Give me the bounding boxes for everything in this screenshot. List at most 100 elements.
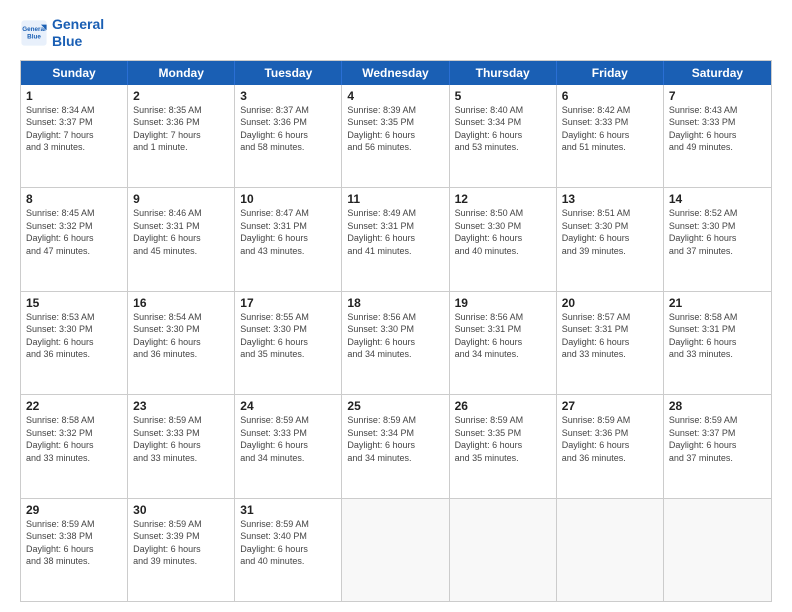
day-number: 31 [240, 503, 336, 517]
day-cell-21: 21 Sunrise: 8:58 AMSunset: 3:31 PMDaylig… [664, 292, 771, 394]
day-cell-19: 19 Sunrise: 8:56 AMSunset: 3:31 PMDaylig… [450, 292, 557, 394]
day-info: Sunrise: 8:53 AMSunset: 3:30 PMDaylight:… [26, 311, 122, 361]
day-info: Sunrise: 8:45 AMSunset: 3:32 PMDaylight:… [26, 207, 122, 257]
day-number: 2 [133, 89, 229, 103]
day-header-tuesday: Tuesday [235, 61, 342, 85]
logo: General Blue GeneralBlue [20, 16, 104, 50]
day-number: 22 [26, 399, 122, 413]
week-row-5: 29 Sunrise: 8:59 AMSunset: 3:38 PMDaylig… [21, 499, 771, 601]
day-cell-2: 2 Sunrise: 8:35 AMSunset: 3:36 PMDayligh… [128, 85, 235, 187]
week-row-4: 22 Sunrise: 8:58 AMSunset: 3:32 PMDaylig… [21, 395, 771, 498]
day-number: 17 [240, 296, 336, 310]
day-cell-13: 13 Sunrise: 8:51 AMSunset: 3:30 PMDaylig… [557, 188, 664, 290]
day-cell-29: 29 Sunrise: 8:59 AMSunset: 3:38 PMDaylig… [21, 499, 128, 601]
logo-icon: General Blue [20, 19, 48, 47]
day-header-sunday: Sunday [21, 61, 128, 85]
day-header-wednesday: Wednesday [342, 61, 449, 85]
day-info: Sunrise: 8:59 AMSunset: 3:33 PMDaylight:… [133, 414, 229, 464]
week-row-1: 1 Sunrise: 8:34 AMSunset: 3:37 PMDayligh… [21, 85, 771, 188]
day-number: 18 [347, 296, 443, 310]
calendar: SundayMondayTuesdayWednesdayThursdayFrid… [20, 60, 772, 602]
logo-text: GeneralBlue [52, 16, 104, 50]
day-number: 8 [26, 192, 122, 206]
empty-cell [664, 499, 771, 601]
page: General Blue GeneralBlue SundayMondayTue… [0, 0, 792, 612]
day-info: Sunrise: 8:40 AMSunset: 3:34 PMDaylight:… [455, 104, 551, 154]
week-row-2: 8 Sunrise: 8:45 AMSunset: 3:32 PMDayligh… [21, 188, 771, 291]
day-info: Sunrise: 8:50 AMSunset: 3:30 PMDaylight:… [455, 207, 551, 257]
empty-cell [450, 499, 557, 601]
day-info: Sunrise: 8:43 AMSunset: 3:33 PMDaylight:… [669, 104, 766, 154]
empty-cell [342, 499, 449, 601]
day-cell-11: 11 Sunrise: 8:49 AMSunset: 3:31 PMDaylig… [342, 188, 449, 290]
day-cell-16: 16 Sunrise: 8:54 AMSunset: 3:30 PMDaylig… [128, 292, 235, 394]
day-number: 30 [133, 503, 229, 517]
day-number: 13 [562, 192, 658, 206]
day-info: Sunrise: 8:37 AMSunset: 3:36 PMDaylight:… [240, 104, 336, 154]
day-number: 19 [455, 296, 551, 310]
day-number: 24 [240, 399, 336, 413]
day-number: 1 [26, 89, 122, 103]
day-number: 20 [562, 296, 658, 310]
day-cell-15: 15 Sunrise: 8:53 AMSunset: 3:30 PMDaylig… [21, 292, 128, 394]
week-row-3: 15 Sunrise: 8:53 AMSunset: 3:30 PMDaylig… [21, 292, 771, 395]
day-cell-10: 10 Sunrise: 8:47 AMSunset: 3:31 PMDaylig… [235, 188, 342, 290]
day-number: 21 [669, 296, 766, 310]
day-cell-3: 3 Sunrise: 8:37 AMSunset: 3:36 PMDayligh… [235, 85, 342, 187]
day-cell-6: 6 Sunrise: 8:42 AMSunset: 3:33 PMDayligh… [557, 85, 664, 187]
day-cell-30: 30 Sunrise: 8:59 AMSunset: 3:39 PMDaylig… [128, 499, 235, 601]
day-info: Sunrise: 8:34 AMSunset: 3:37 PMDaylight:… [26, 104, 122, 154]
day-cell-7: 7 Sunrise: 8:43 AMSunset: 3:33 PMDayligh… [664, 85, 771, 187]
day-number: 25 [347, 399, 443, 413]
day-number: 12 [455, 192, 551, 206]
day-info: Sunrise: 8:47 AMSunset: 3:31 PMDaylight:… [240, 207, 336, 257]
day-info: Sunrise: 8:56 AMSunset: 3:30 PMDaylight:… [347, 311, 443, 361]
day-number: 15 [26, 296, 122, 310]
day-cell-23: 23 Sunrise: 8:59 AMSunset: 3:33 PMDaylig… [128, 395, 235, 497]
day-cell-17: 17 Sunrise: 8:55 AMSunset: 3:30 PMDaylig… [235, 292, 342, 394]
day-number: 26 [455, 399, 551, 413]
day-number: 28 [669, 399, 766, 413]
day-cell-9: 9 Sunrise: 8:46 AMSunset: 3:31 PMDayligh… [128, 188, 235, 290]
empty-cell [557, 499, 664, 601]
day-number: 6 [562, 89, 658, 103]
day-info: Sunrise: 8:59 AMSunset: 3:33 PMDaylight:… [240, 414, 336, 464]
day-info: Sunrise: 8:51 AMSunset: 3:30 PMDaylight:… [562, 207, 658, 257]
day-cell-24: 24 Sunrise: 8:59 AMSunset: 3:33 PMDaylig… [235, 395, 342, 497]
day-number: 16 [133, 296, 229, 310]
day-number: 7 [669, 89, 766, 103]
day-info: Sunrise: 8:59 AMSunset: 3:38 PMDaylight:… [26, 518, 122, 568]
day-header-thursday: Thursday [450, 61, 557, 85]
day-number: 11 [347, 192, 443, 206]
day-number: 9 [133, 192, 229, 206]
day-cell-28: 28 Sunrise: 8:59 AMSunset: 3:37 PMDaylig… [664, 395, 771, 497]
svg-text:General: General [22, 26, 46, 33]
day-info: Sunrise: 8:59 AMSunset: 3:36 PMDaylight:… [562, 414, 658, 464]
day-info: Sunrise: 8:42 AMSunset: 3:33 PMDaylight:… [562, 104, 658, 154]
day-info: Sunrise: 8:59 AMSunset: 3:40 PMDaylight:… [240, 518, 336, 568]
day-number: 10 [240, 192, 336, 206]
day-info: Sunrise: 8:56 AMSunset: 3:31 PMDaylight:… [455, 311, 551, 361]
day-number: 3 [240, 89, 336, 103]
day-number: 29 [26, 503, 122, 517]
day-info: Sunrise: 8:59 AMSunset: 3:35 PMDaylight:… [455, 414, 551, 464]
day-info: Sunrise: 8:57 AMSunset: 3:31 PMDaylight:… [562, 311, 658, 361]
day-info: Sunrise: 8:58 AMSunset: 3:32 PMDaylight:… [26, 414, 122, 464]
day-cell-12: 12 Sunrise: 8:50 AMSunset: 3:30 PMDaylig… [450, 188, 557, 290]
day-cell-18: 18 Sunrise: 8:56 AMSunset: 3:30 PMDaylig… [342, 292, 449, 394]
day-cell-22: 22 Sunrise: 8:58 AMSunset: 3:32 PMDaylig… [21, 395, 128, 497]
day-info: Sunrise: 8:54 AMSunset: 3:30 PMDaylight:… [133, 311, 229, 361]
day-cell-25: 25 Sunrise: 8:59 AMSunset: 3:34 PMDaylig… [342, 395, 449, 497]
day-number: 23 [133, 399, 229, 413]
day-info: Sunrise: 8:59 AMSunset: 3:34 PMDaylight:… [347, 414, 443, 464]
day-info: Sunrise: 8:52 AMSunset: 3:30 PMDaylight:… [669, 207, 766, 257]
svg-text:Blue: Blue [27, 33, 41, 40]
day-info: Sunrise: 8:59 AMSunset: 3:39 PMDaylight:… [133, 518, 229, 568]
day-info: Sunrise: 8:49 AMSunset: 3:31 PMDaylight:… [347, 207, 443, 257]
day-cell-5: 5 Sunrise: 8:40 AMSunset: 3:34 PMDayligh… [450, 85, 557, 187]
day-number: 14 [669, 192, 766, 206]
day-header-monday: Monday [128, 61, 235, 85]
day-number: 5 [455, 89, 551, 103]
day-info: Sunrise: 8:35 AMSunset: 3:36 PMDaylight:… [133, 104, 229, 154]
day-cell-31: 31 Sunrise: 8:59 AMSunset: 3:40 PMDaylig… [235, 499, 342, 601]
